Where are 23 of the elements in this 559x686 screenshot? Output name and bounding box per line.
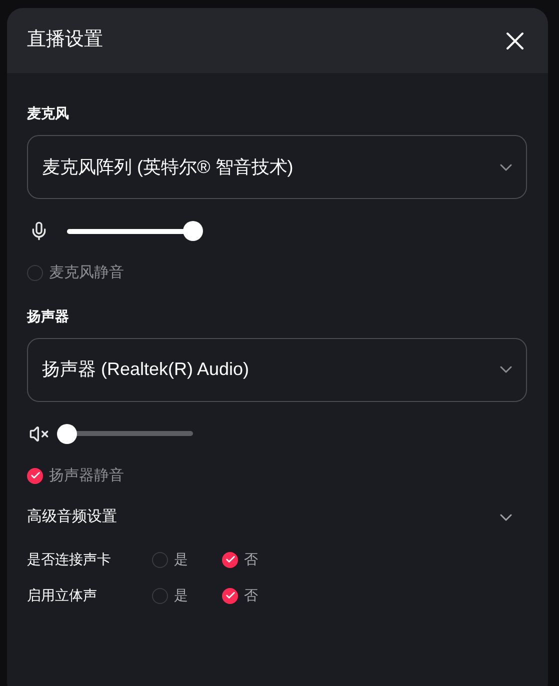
option-label: 是否连接声卡	[27, 550, 112, 569]
device-select[interactable]: 扬声器 (Realtek(R) Audio)	[27, 338, 527, 402]
dialog-title: 直播设置	[27, 28, 103, 52]
section-label: 扬声器	[27, 306, 70, 326]
choice-label: 是	[174, 550, 188, 569]
choice-label: 否	[244, 550, 258, 569]
device-select[interactable]: 麦克风阵列 (英特尔® 智音技术)	[27, 135, 527, 199]
close-button[interactable]	[506, 32, 524, 50]
device-name: 扬声器 (Realtek(R) Audio)	[42, 358, 250, 381]
mute-label: 麦克风静音	[49, 263, 124, 283]
speaker-muted-icon[interactable]	[29, 424, 49, 444]
chevron-down-icon	[500, 164, 512, 170]
chevron-down-icon[interactable]	[500, 514, 512, 521]
section-label: 麦克风	[27, 104, 70, 123]
choice-label: 是	[174, 586, 188, 605]
slider-thumb[interactable]	[183, 221, 203, 241]
device-name: 麦克风阵列 (英特尔® 智音技术)	[42, 156, 294, 179]
mute-label: 扬声器静音	[49, 466, 124, 486]
option-label: 启用立体声	[27, 586, 98, 605]
advanced-settings-label: 高级音频设置	[27, 507, 117, 527]
chevron-down-icon	[500, 366, 512, 373]
choice-label: 否	[244, 586, 258, 605]
slider-thumb[interactable]	[57, 424, 77, 444]
